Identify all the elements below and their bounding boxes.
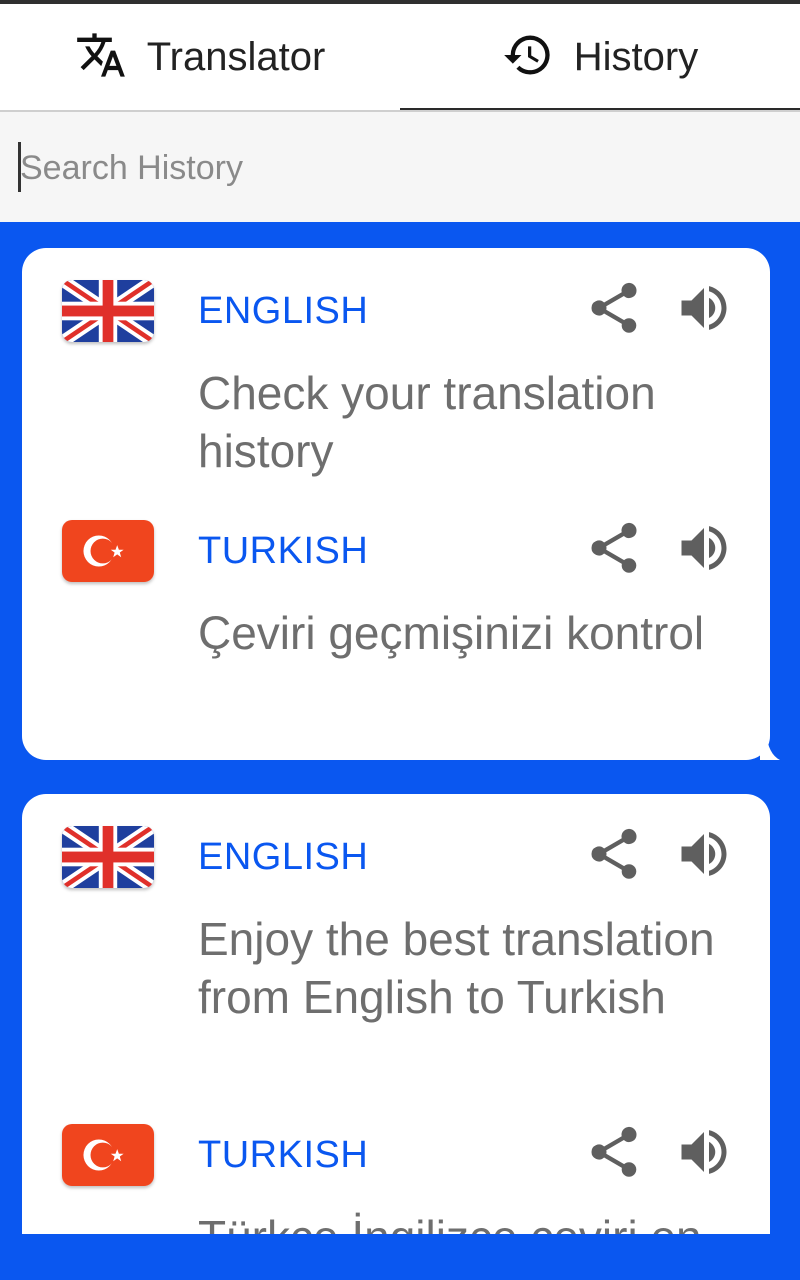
bottom-edge-bar bbox=[0, 1236, 800, 1280]
text-cursor bbox=[18, 142, 21, 192]
turkey-flag-icon bbox=[62, 1124, 154, 1186]
source-language-label: ENGLISH bbox=[198, 836, 369, 878]
history-list[interactable]: ENGLISH Check your translation history T… bbox=[0, 222, 800, 1280]
source-text: Check your translation history bbox=[198, 367, 656, 477]
target-text: Türkçe İngilizce çeviri en bbox=[198, 1208, 758, 1234]
source-text: Enjoy the best translation from English … bbox=[198, 913, 715, 1023]
speaker-icon[interactable] bbox=[674, 518, 734, 583]
share-icon[interactable] bbox=[584, 1122, 644, 1187]
tab-history-label: History bbox=[573, 34, 699, 79]
share-icon[interactable] bbox=[584, 278, 644, 343]
tab-translator-label: Translator bbox=[146, 34, 326, 79]
speaker-icon[interactable] bbox=[674, 1122, 734, 1187]
target-language-label: TURKISH bbox=[198, 530, 369, 572]
card-tail-decoration bbox=[760, 732, 780, 760]
turkey-flag-icon bbox=[62, 520, 154, 582]
search-history-input[interactable] bbox=[18, 140, 780, 196]
target-text: Çeviri geçmişinizi kontrol bbox=[198, 607, 705, 659]
history-card[interactable]: ENGLISH Check your translation history T… bbox=[22, 248, 770, 760]
source-language-label: ENGLISH bbox=[198, 290, 369, 332]
share-icon[interactable] bbox=[584, 824, 644, 889]
tab-history[interactable]: History bbox=[400, 4, 800, 110]
uk-flag-icon bbox=[62, 280, 154, 342]
speaker-icon[interactable] bbox=[674, 278, 734, 343]
search-bar bbox=[0, 112, 800, 222]
share-icon[interactable] bbox=[584, 518, 644, 583]
speaker-icon[interactable] bbox=[674, 824, 734, 889]
tab-translator[interactable]: Translator bbox=[0, 4, 400, 110]
uk-flag-icon bbox=[62, 826, 154, 888]
translate-icon bbox=[75, 29, 127, 86]
history-icon bbox=[502, 29, 554, 86]
history-card[interactable]: ENGLISH Enjoy the best translation from … bbox=[22, 794, 770, 1234]
tab-bar: Translator History bbox=[0, 4, 800, 113]
target-language-label: TURKISH bbox=[198, 1134, 369, 1176]
